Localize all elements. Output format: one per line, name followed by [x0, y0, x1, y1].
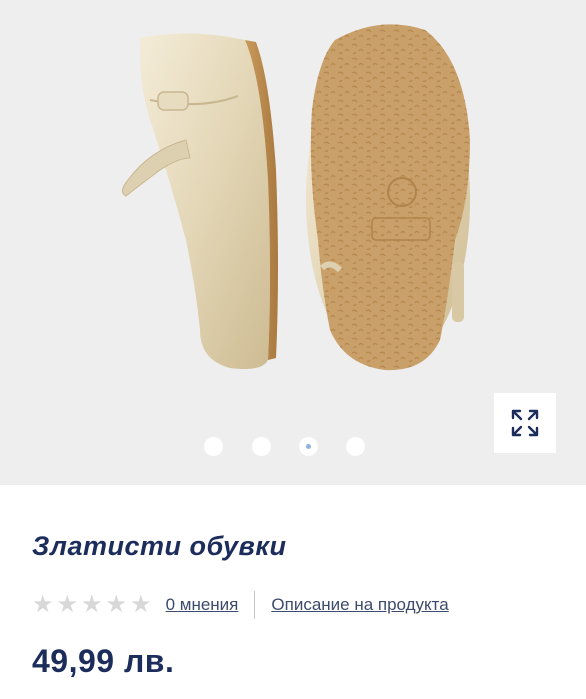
rating-row: ★ ★ ★ ★ ★ 0 мнения Описание на продукта — [32, 590, 449, 620]
gallery-dot-1[interactable] — [204, 437, 223, 456]
expand-arrows-icon — [511, 409, 539, 437]
gallery-pagination — [0, 437, 586, 457]
star-icon: ★ — [130, 591, 152, 618]
gallery-dot-2[interactable] — [252, 437, 271, 456]
divider — [254, 591, 256, 619]
star-icon: ★ — [105, 591, 128, 618]
rating-stars[interactable]: ★ ★ ★ ★ ★ — [32, 593, 152, 617]
gallery-dot-3[interactable] — [299, 437, 318, 456]
star-icon: ★ — [32, 591, 54, 618]
product-price: 49,99 лв. — [32, 643, 175, 679]
star-icon: ★ — [81, 591, 103, 618]
reviews-link[interactable]: 0 мнения — [166, 595, 239, 615]
product-image-gallery[interactable] — [0, 0, 586, 485]
gallery-dot-4[interactable] — [346, 437, 365, 456]
product-description-link[interactable]: Описание на продукта — [271, 595, 448, 615]
star-icon: ★ — [56, 591, 79, 618]
product-title: Златисти обувки — [32, 531, 287, 561]
